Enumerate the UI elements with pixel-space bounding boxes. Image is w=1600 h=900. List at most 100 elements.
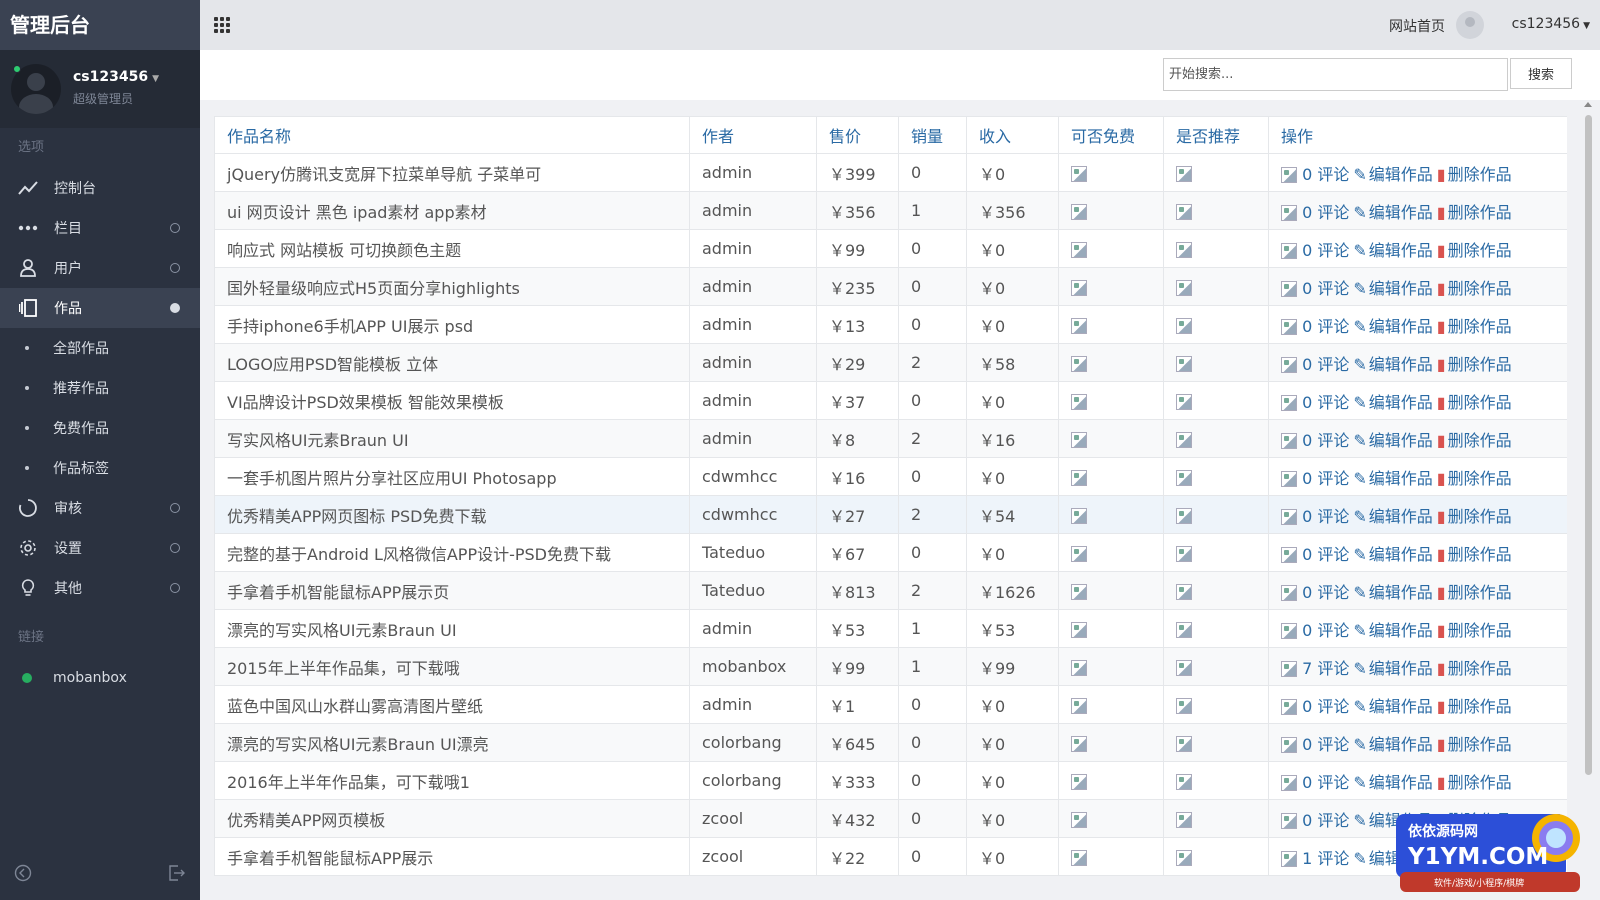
delete-work-link[interactable]: ▮删除作品: [1437, 469, 1512, 488]
apps-grid-icon[interactable]: [214, 17, 230, 33]
table-row[interactable]: 蓝色中国风山水群山雾高清图片壁纸 admin ￥1 0 ￥0 0 评论 ✎ 编辑作品 ▮ 删除作…: [214, 685, 1567, 724]
profile-name[interactable]: cs123456 ▼: [73, 69, 159, 85]
table-row[interactable]: 手拿着手机智能鼠标APP展示页 Tateduo ￥813 2 ￥1626 0 评论 ✎ 编辑…: [214, 571, 1567, 610]
delete-work-link[interactable]: ▮删除作品: [1437, 621, 1512, 640]
edit-work-link[interactable]: ✎编辑作品: [1353, 545, 1432, 564]
sidebar-link-mobanbox[interactable]: mobanbox: [0, 658, 200, 698]
edit-work-link[interactable]: ✎编辑作品: [1353, 203, 1432, 222]
delete-work-link[interactable]: ▮删除作品: [1437, 393, 1512, 412]
delete-work-link[interactable]: ▮删除作品: [1437, 355, 1512, 374]
comments-link[interactable]: 7 评论: [1302, 659, 1349, 678]
search-button[interactable]: 搜索: [1510, 58, 1572, 89]
sidebar-item-dashboard[interactable]: 控制台: [0, 168, 200, 208]
delete-work-link[interactable]: ▮删除作品: [1437, 773, 1512, 792]
user-menu[interactable]: cs123456 ▼: [1512, 16, 1590, 32]
edit-work-link[interactable]: ✎编辑作品: [1353, 317, 1432, 336]
table-row[interactable]: 2016年上半年作品集，可下载哦1 colorbang ￥333 0 ￥0 0 评论 ✎ 编…: [214, 761, 1567, 800]
edit-work-link[interactable]: ✎编辑作品: [1353, 241, 1432, 260]
comments-link[interactable]: 0 评论: [1302, 773, 1349, 792]
edit-work-link[interactable]: ✎编辑作品: [1353, 279, 1432, 298]
table-row[interactable]: jQuery仿腾讯支宽屏下拉菜单导航 子菜单可 admin ￥399 0 ￥0 0 评论…: [214, 153, 1567, 192]
edit-work-link[interactable]: ✎编辑作品: [1353, 583, 1432, 602]
comments-link[interactable]: 0 评论: [1302, 279, 1349, 298]
edit-work-link[interactable]: ✎编辑作品: [1353, 393, 1432, 412]
sidebar-item-settings[interactable]: 设置: [0, 528, 200, 568]
delete-work-link[interactable]: ▮删除作品: [1437, 507, 1512, 526]
edit-work-link[interactable]: ✎编辑作品: [1353, 659, 1432, 678]
table-row[interactable]: 手拿着手机智能鼠标APP展示zcool￥220￥0 1 评论✎编辑作品▮删除作品: [214, 837, 1567, 876]
table-row[interactable]: 漂亮的写实风格UI元素Braun UI漂亮 colorbang ￥645 0 ￥0 0 …: [214, 723, 1567, 762]
delete-work-link[interactable]: ▮删除作品: [1437, 583, 1512, 602]
edit-work-link[interactable]: ✎编辑作品: [1353, 773, 1432, 792]
user-avatar[interactable]: [1456, 11, 1484, 39]
comments-link[interactable]: 0 评论: [1302, 811, 1349, 830]
sidebar-item-users[interactable]: 用户: [0, 248, 200, 288]
scroll-thumb[interactable]: [1585, 115, 1592, 775]
table-row[interactable]: 国外轻量级响应式H5页面分享highlights admin ￥235 0 ￥0 0 评…: [214, 267, 1567, 306]
comments-link[interactable]: 0 评论: [1302, 735, 1349, 754]
delete-work-link[interactable]: ▮删除作品: [1437, 431, 1512, 450]
edit-work-link[interactable]: ✎编辑作品: [1353, 507, 1432, 526]
delete-work-link[interactable]: ▮删除作品: [1437, 203, 1512, 222]
sidebar-item-review[interactable]: 审核: [0, 488, 200, 528]
comments-link[interactable]: 0 评论: [1302, 393, 1349, 412]
comments-link[interactable]: 0 评论: [1302, 317, 1349, 336]
delete-work-link[interactable]: ▮删除作品: [1437, 165, 1512, 184]
column-header-income[interactable]: 收入: [966, 116, 1059, 154]
edit-work-link[interactable]: ✎编辑作品: [1353, 735, 1432, 754]
column-header-recommended[interactable]: 是否推荐: [1163, 116, 1269, 154]
search-input[interactable]: [1163, 58, 1508, 91]
logout-icon[interactable]: [168, 864, 186, 886]
edit-work-link[interactable]: ✎编辑作品: [1353, 697, 1432, 716]
edit-work-link[interactable]: ✎编辑作品: [1353, 355, 1432, 374]
comments-link[interactable]: 0 评论: [1302, 697, 1349, 716]
comments-link[interactable]: 0 评论: [1302, 583, 1349, 602]
delete-work-link[interactable]: ▮删除作品: [1437, 279, 1512, 298]
edit-work-link[interactable]: ✎编辑作品: [1353, 469, 1432, 488]
sidebar-item-columns[interactable]: 栏目: [0, 208, 200, 248]
table-row[interactable]: 手持iphone6手机APP UI展示 psd admin ￥13 0 ￥0 0 评论 ✎…: [214, 305, 1567, 344]
sidebar-subitem-free-works[interactable]: 免费作品: [0, 408, 200, 448]
table-row[interactable]: VI品牌设计PSD效果模板 智能效果模板 admin ￥37 0 ￥0 0 评论 ✎ 编辑作…: [214, 381, 1567, 420]
table-row[interactable]: 漂亮的写实风格UI元素Braun UI admin ￥53 1 ￥53 0 评论 ✎ 编辑作…: [214, 609, 1567, 648]
scroll-up-icon[interactable]: [1584, 102, 1592, 107]
site-home-link[interactable]: 网站首页: [1389, 16, 1445, 36]
delete-work-link[interactable]: ▮删除作品: [1437, 317, 1512, 336]
page-scrollbar[interactable]: [1582, 100, 1594, 900]
column-header-name[interactable]: 作品名称: [214, 116, 690, 154]
table-row[interactable]: ui 网页设计 黑色 ipad素材 app素材 admin ￥356 1 ￥356 0 …: [214, 191, 1567, 230]
delete-work-link[interactable]: ▮删除作品: [1437, 545, 1512, 564]
comments-link[interactable]: 1 评论: [1302, 849, 1349, 868]
sidebar-subitem-all-works[interactable]: 全部作品: [0, 328, 200, 368]
delete-work-link[interactable]: ▮删除作品: [1437, 241, 1512, 260]
table-row[interactable]: 优秀精美APP网页模板zcool￥4320￥0 0 评论✎编辑作品▮删除作品: [214, 799, 1567, 838]
table-row[interactable]: 一套手机图片照片分享社区应用UI Photosapp cdwmhcc ￥16 0 ￥0 …: [214, 457, 1567, 496]
sidebar-subitem-work-tags[interactable]: 作品标签: [0, 448, 200, 488]
edit-work-link[interactable]: ✎编辑作品: [1353, 621, 1432, 640]
table-row[interactable]: 响应式 网站模板 可切换颜色主题 admin ￥99 0 ￥0 0 评论 ✎ 编辑作品 ▮ 删除…: [214, 229, 1567, 268]
comments-link[interactable]: 0 评论: [1302, 469, 1349, 488]
edit-work-link[interactable]: ✎编辑作品: [1353, 165, 1432, 184]
delete-work-link[interactable]: ▮删除作品: [1437, 659, 1512, 678]
sidebar-item-works[interactable]: 作品: [0, 288, 200, 328]
comments-link[interactable]: 0 评论: [1302, 165, 1349, 184]
delete-work-link[interactable]: ▮删除作品: [1437, 735, 1512, 754]
column-header-author[interactable]: 作者: [689, 116, 817, 154]
comments-link[interactable]: 0 评论: [1302, 431, 1349, 450]
table-row[interactable]: 优秀精美APP网页图标 PSD免费下载 cdwmhcc ￥27 2 ￥54 0 评论 ✎ 编…: [214, 495, 1567, 534]
table-row[interactable]: 2015年上半年作品集，可下载哦 mobanbox ￥99 1 ￥99 7 评论 ✎ 编辑作…: [214, 647, 1567, 686]
column-header-price[interactable]: 售价: [816, 116, 899, 154]
table-row[interactable]: 完整的基于Android L风格微信APP设计-PSD免费下载 Tateduo ￥6…: [214, 533, 1567, 572]
comments-link[interactable]: 0 评论: [1302, 621, 1349, 640]
sidebar-subitem-recommended-works[interactable]: 推荐作品: [0, 368, 200, 408]
comments-link[interactable]: 0 评论: [1302, 355, 1349, 374]
comments-link[interactable]: 0 评论: [1302, 545, 1349, 564]
edit-work-link[interactable]: ✎编辑作品: [1353, 431, 1432, 450]
table-row[interactable]: 写实风格UI元素Braun UI admin ￥8 2 ￥16 0 评论 ✎ 编辑作品 ▮ 删除…: [214, 419, 1567, 458]
collapse-sidebar-icon[interactable]: [14, 864, 32, 886]
table-row[interactable]: LOGO应用PSD智能模板 立体 admin ￥29 2 ￥58 0 评论 ✎ 编辑作品 ▮ 删…: [214, 343, 1567, 382]
sidebar-item-other[interactable]: 其他: [0, 568, 200, 608]
column-header-free[interactable]: 可否免费: [1058, 116, 1164, 154]
delete-work-link[interactable]: ▮删除作品: [1437, 697, 1512, 716]
comments-link[interactable]: 0 评论: [1302, 203, 1349, 222]
